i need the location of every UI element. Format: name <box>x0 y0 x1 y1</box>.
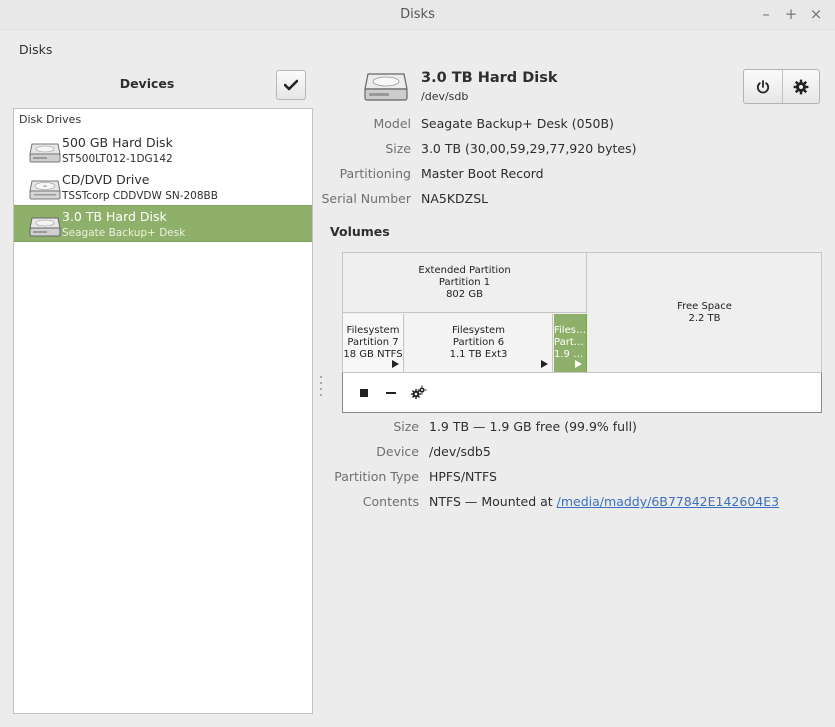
volume-map: Extended Partition Partition 1 802 GB Fr… <box>342 252 822 373</box>
volume-label: Partition 7 <box>347 337 399 348</box>
stop-icon <box>360 389 368 397</box>
minimize-button[interactable]: – <box>758 6 774 22</box>
mount-point-link[interactable]: /media/maddy/6B77842E142604E3 <box>557 494 779 509</box>
volume-partition-7[interactable]: Filesystem Partition 7 18 GB NTFS <box>343 314 404 372</box>
volume-size-value: 1.9 TB — 1.9 GB free (99.9% full) <box>429 419 637 434</box>
power-icon <box>756 79 769 93</box>
window-title: Disks <box>400 7 435 22</box>
volume-free-space[interactable]: Free Space 2.2 TB <box>588 253 821 372</box>
volume-label: 2.2 TB <box>688 313 721 324</box>
pane-splitter-handle[interactable] <box>320 376 323 402</box>
unmount-button[interactable] <box>354 383 374 403</box>
model-value: Seagate Backup+ Desk (050B) <box>421 116 614 131</box>
volume-partition-6[interactable]: Filesystem Partition 6 1.1 TB Ext3 <box>405 314 553 372</box>
serial-number-label: Serial Number <box>321 191 411 206</box>
power-off-button[interactable] <box>744 70 782 103</box>
disk-settings-button[interactable] <box>781 70 820 103</box>
optical-drive-icon <box>29 180 61 200</box>
device-name: CD/DVD Drive <box>62 172 150 187</box>
unmounted-play-icon <box>541 360 548 368</box>
device-name: 500 GB Hard Disk <box>62 135 173 150</box>
contents-value: NTFS — Mounted at /media/maddy/6B77842E1… <box>429 494 779 509</box>
volume-label: 802 GB <box>446 289 483 300</box>
volume-label: 1.1 TB Ext3 <box>449 349 508 360</box>
device-model: ST500LT012-1DG142 <box>62 153 173 165</box>
volume-label: Filesystem <box>452 325 505 336</box>
volume-label: Partition 6 <box>452 337 505 348</box>
partitioning-label: Partitioning <box>339 166 411 181</box>
volume-label: Extended Partition <box>418 265 511 276</box>
hard-disk-icon <box>29 143 61 163</box>
contents-label: Contents <box>362 494 419 509</box>
device-item-cd-dvd-drive[interactable]: CD/DVD Drive TSSTcorp CDDVDW SN-208BB <box>14 169 312 206</box>
select-mode-button[interactable] <box>276 70 306 100</box>
size-label: Size <box>385 141 411 156</box>
device-model: TSSTcorp CDDVDW SN-208BB <box>62 190 218 202</box>
device-list[interactable]: Disk Drives 500 GB Hard Disk ST500LT012-… <box>13 108 313 714</box>
close-button[interactable]: × <box>808 6 824 22</box>
disk-title: 3.0 TB Hard Disk <box>421 70 558 86</box>
checkmark-icon <box>284 79 298 91</box>
size-value: 3.0 TB (30,00,59,29,77,920 bytes) <box>421 141 637 156</box>
devices-title: Devices <box>119 76 175 91</box>
volume-partition-5-selected[interactable]: Filesy… Partit… 1.9 T… <box>554 314 587 372</box>
volume-extended-partition[interactable]: Extended Partition Partition 1 802 GB <box>343 253 587 313</box>
disk-drives-header: Disk Drives <box>19 113 82 126</box>
partition-type-value: HPFS/NTFS <box>429 469 497 484</box>
maximize-button[interactable]: + <box>783 6 799 22</box>
volume-toolbar <box>342 372 822 413</box>
device-model: Seagate Backup+ Desk <box>62 227 186 239</box>
partitioning-value: Master Boot Record <box>421 166 544 181</box>
volume-label: Partit… <box>554 337 586 348</box>
volume-label: Filesy… <box>554 325 586 336</box>
contents-text: NTFS — Mounted at <box>429 494 557 509</box>
hard-disk-icon <box>29 217 61 237</box>
delete-partition-button[interactable] <box>381 383 401 403</box>
app-menu[interactable]: Disks <box>19 42 52 57</box>
disk-device-path: /dev/sdb <box>421 90 469 103</box>
model-label: Model <box>373 116 411 131</box>
volume-label: Free Space <box>677 301 732 312</box>
device-item-500gb-disk[interactable]: 500 GB Hard Disk ST500LT012-1DG142 <box>14 132 312 169</box>
volume-label: Partition 1 <box>438 277 491 288</box>
device-value: /dev/sdb5 <box>429 444 491 459</box>
disk-toolbar <box>743 69 820 104</box>
minus-icon <box>386 392 396 394</box>
gear-icon <box>793 79 809 94</box>
unmounted-play-icon <box>392 360 399 368</box>
volume-size-label: Size <box>393 419 419 434</box>
serial-number-value: NA5KDZSL <box>421 191 489 206</box>
gears-icon <box>411 385 427 399</box>
partition-options-button[interactable] <box>409 383 429 403</box>
mounted-play-icon <box>575 360 582 368</box>
volumes-heading: Volumes <box>330 224 390 239</box>
hard-disk-icon <box>364 73 408 101</box>
title-bar: Disks – + × <box>0 0 835 30</box>
volume-label: Filesystem <box>346 325 400 336</box>
device-name: 3.0 TB Hard Disk <box>62 209 167 224</box>
device-label: Device <box>376 444 419 459</box>
device-item-3tb-disk[interactable]: 3.0 TB Hard Disk Seagate Backup+ Desk <box>14 205 312 242</box>
partition-type-label: Partition Type <box>334 469 419 484</box>
